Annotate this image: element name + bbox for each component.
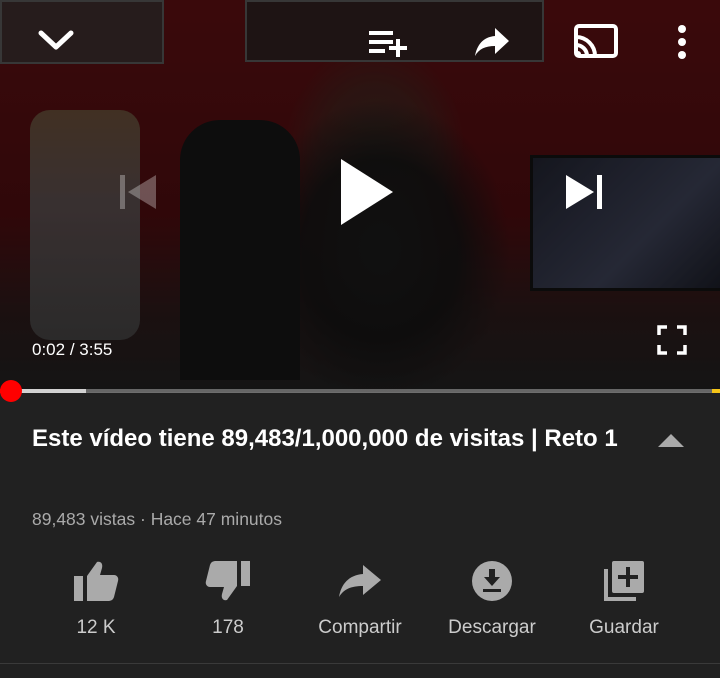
thumb-down-icon [158, 555, 298, 607]
scrubber-handle[interactable] [0, 380, 22, 402]
video-title: Este vídeo tiene 89,483/1,000,000 de vis… [32, 425, 618, 452]
share-label: Compartir [318, 617, 402, 638]
more-vert-icon[interactable] [670, 22, 694, 62]
dislike-count: 178 [212, 617, 244, 638]
thumb-up-icon [26, 555, 166, 607]
share-icon[interactable] [472, 24, 512, 60]
save-label: Guardar [589, 617, 659, 638]
fullscreen-icon[interactable] [656, 324, 688, 356]
share-button[interactable]: Compartir [290, 555, 430, 639]
skip-next-icon[interactable] [562, 170, 610, 214]
current-time: 0:02 [32, 340, 66, 359]
download-button[interactable]: Descargar [422, 555, 562, 639]
time-display: 0:02 / 3:55 [32, 340, 112, 360]
action-bar: 12 K 178 Compartir Descargar Guardar [0, 555, 720, 650]
collapse-description-icon[interactable] [656, 430, 686, 454]
play-icon[interactable] [336, 156, 396, 228]
cast-icon[interactable] [572, 22, 620, 60]
skip-previous-icon[interactable] [112, 170, 160, 214]
video-meta: 89,483 vistas · Hace 47 minutos [32, 509, 282, 530]
add-to-queue-icon[interactable] [366, 26, 410, 60]
divider [0, 663, 720, 664]
posted-time: Hace 47 minutos [150, 509, 283, 529]
duration: 3:55 [79, 340, 113, 359]
chevron-down-icon[interactable] [36, 24, 76, 56]
add-to-playlist-icon [554, 555, 694, 607]
like-count: 12 K [76, 617, 116, 638]
progress-track[interactable] [0, 389, 720, 393]
dislike-button[interactable]: 178 [158, 555, 298, 639]
view-count: 89,483 vistas [32, 509, 136, 529]
like-button[interactable]: 12 K [26, 555, 166, 639]
time-separator: / [65, 340, 80, 359]
download-label: Descargar [448, 617, 536, 638]
share-icon [290, 555, 430, 607]
meta-separator: · [135, 509, 151, 529]
save-button[interactable]: Guardar [554, 555, 694, 639]
progress-end-marker [712, 389, 720, 393]
download-icon [422, 555, 562, 607]
